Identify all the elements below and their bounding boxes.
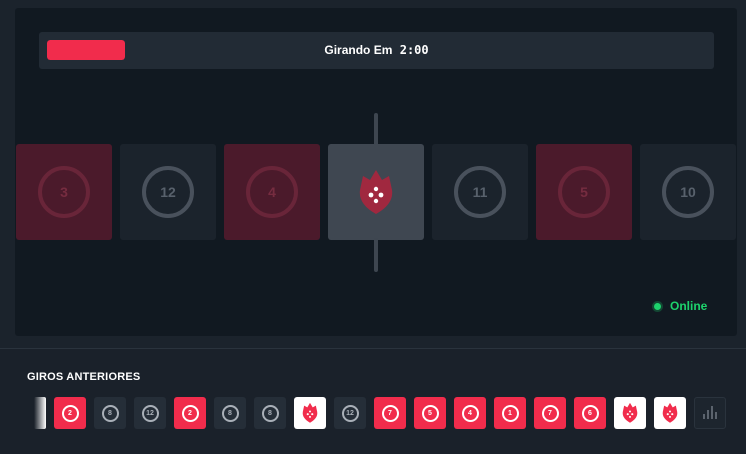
history-chip-white — [294, 397, 326, 429]
online-dot-icon — [654, 302, 661, 310]
history-chip-black: 8 — [94, 397, 126, 429]
history-chip-red: 6 — [574, 397, 606, 429]
bar-chart-icon — [703, 414, 705, 419]
history-chip-red: 7 — [374, 397, 406, 429]
roulette-tile-black: 12 — [120, 144, 216, 240]
roulette-tile-number: 3 — [38, 166, 90, 218]
history-chip-number: 2 — [181, 404, 199, 422]
stats-button[interactable] — [694, 397, 726, 429]
bar-chart-icon-bar — [711, 406, 713, 419]
history-chip-number: 2 — [61, 404, 79, 422]
history-chip-number: 8 — [101, 404, 119, 422]
history-title: GIROS ANTERIORES — [27, 371, 141, 383]
roulette-tile-red: 5 — [536, 144, 632, 240]
roulette-tile-red: 4 — [224, 144, 320, 240]
pointer-line-top — [374, 113, 378, 146]
history-chip-red: 1 — [494, 397, 526, 429]
roulette-tile-number: 11 — [454, 166, 506, 218]
online-label: Online — [670, 299, 708, 313]
section-divider — [0, 348, 746, 349]
history-chip-red: 4 — [454, 397, 486, 429]
history-chip-white — [614, 397, 646, 429]
roulette-tile-black: 10 — [640, 144, 736, 240]
history-chip-red: 2 — [174, 397, 206, 429]
blaze-logo-icon — [622, 403, 638, 423]
blaze-logo-icon — [302, 403, 318, 423]
roulette-tile-number: 10 — [662, 166, 714, 218]
blaze-logo-icon — [359, 170, 393, 214]
roulette-tile-black: 11 — [432, 144, 528, 240]
blaze-logo-icon — [662, 403, 678, 423]
history-chip-number: 4 — [461, 404, 479, 422]
roulette-tile-white — [328, 144, 424, 240]
bar-chart-icon-bar — [707, 410, 709, 419]
history-chip-number: 7 — [381, 404, 399, 422]
history-chip-red: 5 — [414, 397, 446, 429]
online-status: Online — [654, 299, 707, 313]
history-chip-black: 12 — [334, 397, 366, 429]
history-chip-red: 2 — [54, 397, 86, 429]
bar-chart-icon-bar — [715, 412, 717, 419]
history-chip-number: 8 — [221, 404, 239, 422]
roulette-tile-number: 5 — [558, 166, 610, 218]
history-chip-red: 7 — [534, 397, 566, 429]
history-chip-black: 12 — [134, 397, 166, 429]
spin-status-label: Girando Em — [324, 43, 393, 57]
history-fade-edge — [34, 397, 46, 429]
spin-status-bar: Girando Em 2:00 — [39, 32, 714, 69]
spin-status-text: Girando Em 2:00 — [39, 32, 714, 69]
history-chip-black: 8 — [254, 397, 286, 429]
spin-timer: 2:00 — [399, 43, 429, 57]
history-chip-black: 8 — [214, 397, 246, 429]
history-chip-number: 8 — [261, 404, 279, 422]
roulette-tile-red: 3 — [16, 144, 112, 240]
history-chip-number: 7 — [541, 404, 559, 422]
roulette-tile-number: 4 — [246, 166, 298, 218]
roulette-strip: 3 12 4 11 5 10 — [0, 144, 746, 240]
history-chip-number: 12 — [141, 404, 159, 422]
history-chip-white — [654, 397, 686, 429]
history-chip-number: 6 — [581, 404, 599, 422]
history-chip-number: 5 — [421, 404, 439, 422]
pointer-line-bottom — [374, 238, 378, 272]
history-chip-number: 12 — [341, 404, 359, 422]
history-chip-number: 1 — [501, 404, 519, 422]
roulette-tile-number: 12 — [142, 166, 194, 218]
